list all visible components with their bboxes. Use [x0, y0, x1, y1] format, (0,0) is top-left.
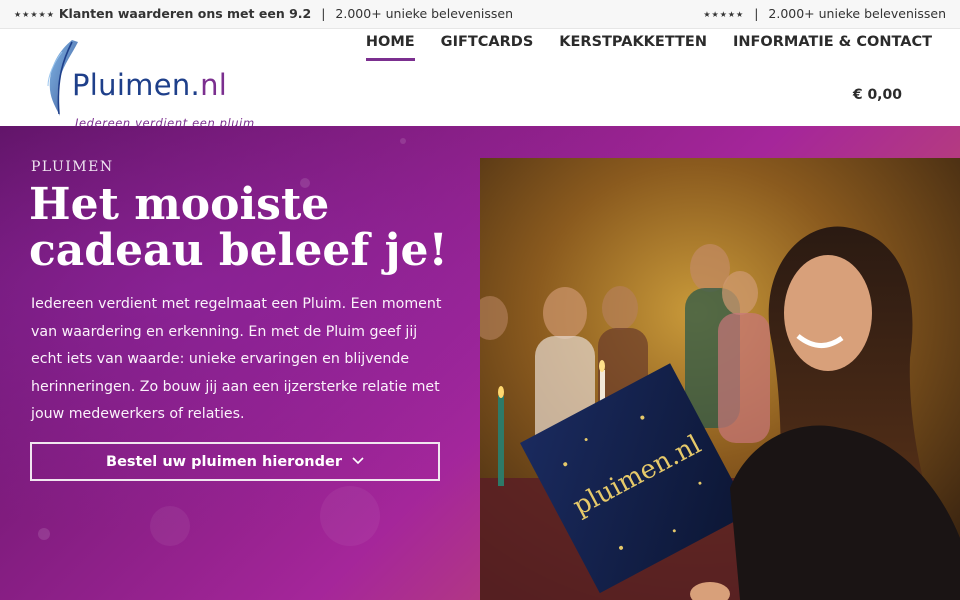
top-bar-left: ★★★★★ Klanten waarderen ons met een 9.2 … [14, 6, 513, 21]
order-cta-button[interactable]: Bestel uw pluimen hieronder [30, 442, 440, 481]
hero-body: Iedereen verdient met regelmaat een Plui… [31, 296, 442, 422]
rating-text: Klanten waarderen ons met een 9.2 [58, 6, 312, 21]
nav-kerstpakketten[interactable]: KERSTPAKKETTEN [559, 34, 707, 61]
bokeh-decoration [320, 486, 380, 546]
nav-giftcards[interactable]: GIFTCARDS [441, 34, 534, 61]
top-bar: ★★★★★ Klanten waarderen ons met een 9.2 … [0, 0, 960, 29]
party-photo-illustration: pluimen.nl [480, 158, 960, 600]
bokeh-decoration [400, 138, 406, 144]
bokeh-decoration [38, 528, 50, 540]
hero-photo: pluimen.nl [480, 158, 960, 600]
rating-stars-icon: ★★★★★ [703, 10, 745, 19]
experiences-text: 2.000+ unieke belevenissen [768, 6, 946, 21]
hero-section: PLUIMEN Het mooiste cadeau beleef je! Ie… [0, 126, 960, 600]
hero-title: Het mooiste cadeau beleef je! [29, 179, 448, 276]
divider: | [754, 6, 759, 21]
brand-main: Pluimen. [72, 68, 201, 102]
nav-home[interactable]: HOME [365, 34, 415, 61]
bokeh-decoration [150, 506, 190, 546]
site-logo[interactable]: Pluimen.nl Iedereen verdient een pluim [42, 38, 262, 130]
rating-stars-icon: ★★★★★ [14, 10, 55, 19]
main-nav: HOME GIFTCARDS KERSTPAKKETTEN INFORMATIE… [365, 34, 932, 61]
cta-label: Bestel uw pluimen hieronder [106, 453, 342, 470]
divider: | [321, 6, 326, 21]
site-header: Pluimen.nl Iedereen verdient een pluim H… [0, 30, 960, 130]
hero-eyebrow: PLUIMEN [31, 159, 114, 175]
chevron-down-icon [352, 456, 364, 464]
cart-total[interactable]: € 0,00 [853, 87, 902, 103]
nav-informatie-contact[interactable]: INFORMATIE & CONTACT [733, 34, 932, 61]
top-bar-right: ★★★★★ | 2.000+ unieke belevenissen [703, 6, 946, 21]
brand-tld: nl [200, 68, 228, 102]
brand-name: Pluimen.nl [72, 68, 227, 102]
experiences-text: 2.000+ unieke belevenissen [335, 6, 514, 21]
